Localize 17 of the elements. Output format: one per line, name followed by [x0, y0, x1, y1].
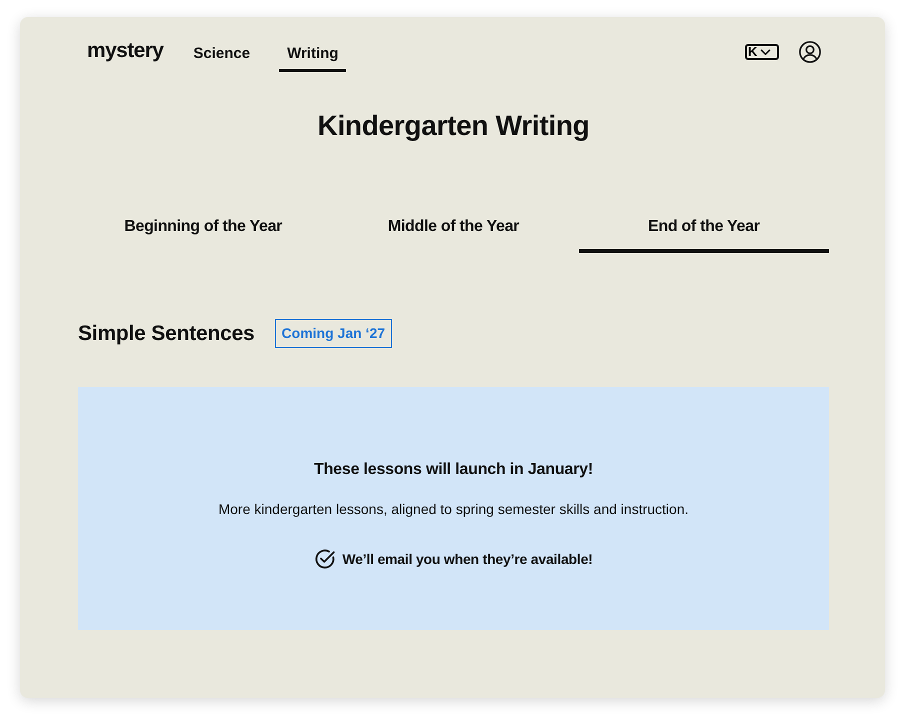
account-icon[interactable]	[799, 41, 821, 63]
notice-text: More kindergarten lessons, aligned to spring semester skills and instruction.	[218, 500, 688, 519]
coming-soon-badge: Coming Jan ‘27	[274, 319, 392, 348]
nav-link[interactable]: Science	[185, 36, 258, 72]
notice-heading: These lessons will launch in January!	[314, 460, 593, 480]
page-title: Kindergarten Writing	[316, 109, 590, 143]
grade-selector[interactable]: K	[745, 44, 779, 60]
confirmation-text: We’ll email you when they’re available!	[342, 550, 593, 569]
check-circle-icon	[314, 548, 336, 570]
grade-value: K	[748, 46, 758, 58]
tab[interactable]: Middle of the Year	[328, 203, 579, 253]
tab[interactable]: End of the Year	[578, 203, 829, 253]
section-title: Simple Sentences	[78, 320, 255, 346]
logo[interactable]: mystery	[87, 39, 164, 63]
tab[interactable]: Beginning of the Year	[78, 203, 328, 253]
chevron-down-icon	[760, 48, 772, 56]
nav-link[interactable]: Writing	[279, 36, 346, 72]
